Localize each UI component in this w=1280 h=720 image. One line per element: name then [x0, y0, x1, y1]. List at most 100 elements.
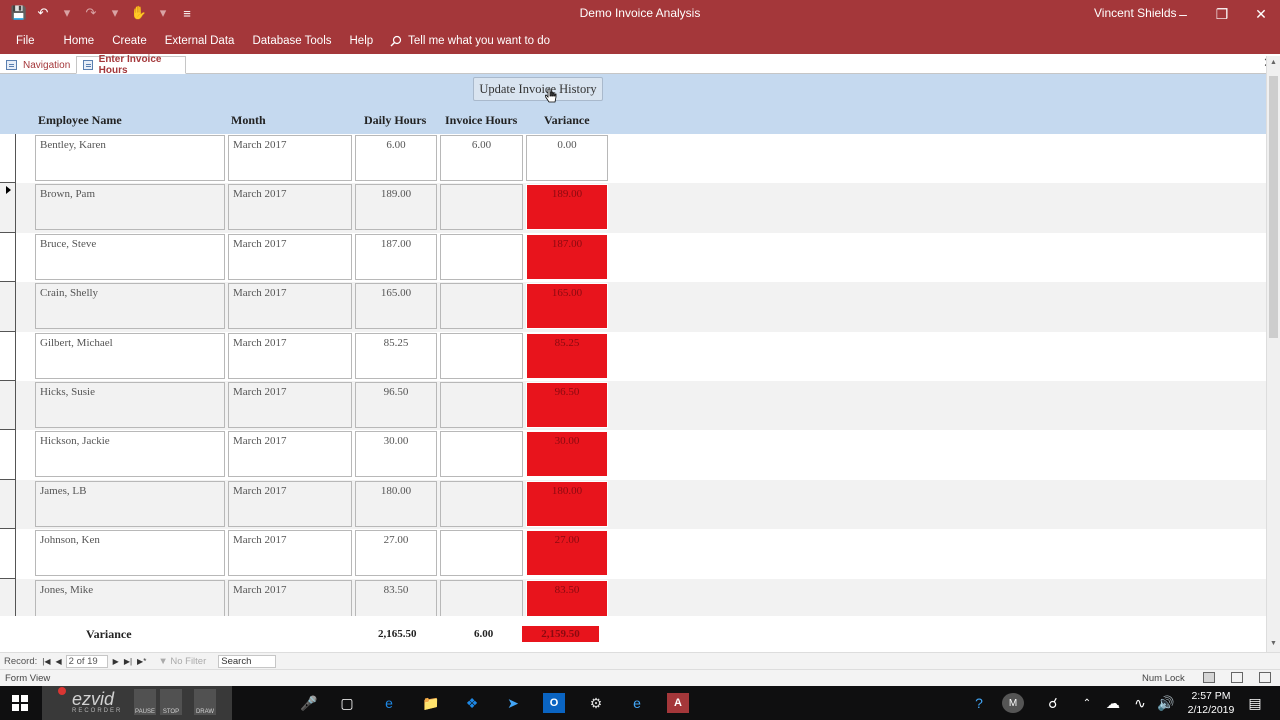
tab-create[interactable]: Create — [103, 28, 156, 54]
month-field[interactable]: March 2017 — [228, 184, 352, 231]
employee-name-field[interactable]: Hicks, Susie — [35, 382, 225, 428]
record-selector[interactable] — [0, 529, 16, 579]
access-icon[interactable]: A — [667, 693, 689, 713]
invoice-hours-field[interactable] — [440, 382, 523, 428]
internet-explorer-icon[interactable]: e — [626, 693, 648, 713]
show-hidden-icons-icon[interactable]: ⌃ — [1076, 693, 1098, 713]
daily-hours-field[interactable]: 180.00 — [355, 480, 437, 527]
notifications-icon[interactable]: ▤ — [1244, 693, 1266, 713]
month-field[interactable]: March 2017 — [228, 233, 352, 280]
stop-button[interactable]: STOP — [160, 689, 182, 715]
record-selector[interactable] — [0, 232, 16, 283]
current-record-field[interactable]: 2 of 19 — [65, 654, 108, 668]
month-field[interactable]: March 2017 — [228, 579, 352, 616]
first-record-icon[interactable]: |◀ — [42, 657, 50, 666]
scroll-up-icon[interactable]: ▲ — [1270, 59, 1277, 66]
dropdown-icon[interactable]: ▾ — [58, 4, 76, 22]
table-row[interactable]: Bruce, Steve March 2017 187.00 187.00 — [0, 232, 1266, 283]
table-row[interactable]: Johnson, Ken March 2017 27.00 27.00 — [0, 529, 1266, 579]
record-selector[interactable] — [0, 331, 16, 381]
design-view-icon[interactable] — [1259, 672, 1271, 683]
task-view-icon[interactable]: ▢ — [336, 693, 358, 713]
previous-record-icon[interactable]: ◀ — [56, 657, 62, 666]
layout-view-icon[interactable] — [1231, 672, 1243, 683]
last-record-icon[interactable]: ▶| — [124, 657, 132, 666]
wifi-icon[interactable]: ∿ — [1129, 693, 1151, 713]
undo-icon[interactable]: ↶ — [34, 4, 52, 22]
tab-file[interactable]: File — [0, 28, 55, 54]
record-selector[interactable] — [0, 282, 16, 332]
month-field[interactable]: March 2017 — [228, 283, 352, 330]
new-record-icon[interactable]: ▶* — [137, 657, 146, 666]
customize-toolbar-icon[interactable]: ≡ — [178, 4, 196, 22]
dropdown-icon[interactable]: ▾ — [154, 4, 172, 22]
draw-button[interactable]: DRAW — [194, 689, 216, 715]
employee-name-field[interactable]: Bentley, Karen — [35, 135, 225, 181]
table-row[interactable]: Crain, Shelly March 2017 165.00 165.00 — [0, 282, 1266, 332]
invoice-hours-field[interactable] — [440, 579, 523, 616]
daily-hours-field[interactable]: 96.50 — [355, 382, 437, 428]
employee-name-field[interactable]: Gilbert, Michael — [35, 332, 225, 379]
table-row[interactable]: Jones, Mike March 2017 83.50 83.50 — [0, 578, 1266, 616]
daily-hours-field[interactable]: 83.50 — [355, 579, 437, 616]
tab-help[interactable]: Help — [341, 28, 383, 54]
table-row[interactable]: Hicks, Susie March 2017 96.50 96.50 — [0, 381, 1266, 431]
save-icon[interactable]: 💾 — [10, 4, 28, 22]
employee-name-field[interactable]: Johnson, Ken — [35, 530, 225, 577]
filter-indicator[interactable]: ▼ No Filter — [158, 656, 206, 667]
daily-hours-field[interactable]: 187.00 — [355, 233, 437, 280]
form-view-icon[interactable] — [1203, 672, 1215, 683]
people-icon[interactable]: ☌ — [1042, 693, 1064, 713]
invoice-hours-field[interactable] — [440, 480, 523, 527]
invoice-hours-field[interactable] — [440, 431, 523, 478]
employee-name-field[interactable]: James, LB — [35, 480, 225, 527]
volume-icon[interactable]: 🔊 — [1155, 693, 1177, 713]
employee-name-field[interactable]: Jones, Mike — [35, 579, 225, 616]
month-field[interactable]: March 2017 — [228, 530, 352, 577]
record-selector[interactable] — [0, 134, 16, 184]
employee-name-field[interactable]: Crain, Shelly — [35, 283, 225, 330]
record-selector[interactable] — [0, 430, 16, 480]
daily-hours-field[interactable]: 85.25 — [355, 332, 437, 379]
table-row[interactable]: Brown, Pam March 2017 189.00 189.00 — [0, 183, 1266, 233]
daily-hours-field[interactable]: 189.00 — [355, 184, 437, 231]
record-selector[interactable] — [0, 183, 16, 233]
month-field[interactable]: March 2017 — [228, 480, 352, 527]
month-field[interactable]: March 2017 — [228, 382, 352, 428]
invoice-hours-field[interactable] — [440, 283, 523, 330]
touch-mode-icon[interactable]: ✋ — [130, 4, 148, 22]
dropbox-icon[interactable]: ❖ — [461, 693, 483, 713]
tab-navigation[interactable]: Navigation — [0, 56, 76, 74]
tab-home[interactable]: Home — [55, 28, 104, 54]
file-explorer-icon[interactable]: 📁 — [420, 693, 442, 713]
daily-hours-field[interactable]: 165.00 — [355, 283, 437, 330]
daily-hours-field[interactable]: 27.00 — [355, 530, 437, 577]
month-field[interactable]: March 2017 — [228, 135, 352, 181]
month-field[interactable]: March 2017 — [228, 332, 352, 379]
invoice-hours-field[interactable]: 6.00 — [440, 135, 523, 181]
daily-hours-field[interactable]: 6.00 — [355, 135, 437, 181]
invoice-hours-field[interactable] — [440, 530, 523, 577]
vertical-scrollbar[interactable]: ▲ ▼ — [1266, 56, 1280, 652]
month-field[interactable]: March 2017 — [228, 431, 352, 478]
employee-name-field[interactable]: Hickson, Jackie — [35, 431, 225, 478]
microphone-icon[interactable]: 🎤 — [298, 693, 320, 713]
onedrive-icon[interactable]: ☁ — [1102, 693, 1124, 713]
record-selector[interactable] — [0, 578, 16, 616]
record-selector[interactable] — [0, 381, 16, 431]
system-clock[interactable]: 2:57 PM 2/12/2019 — [1182, 689, 1240, 717]
invoice-hours-field[interactable] — [440, 332, 523, 379]
daily-hours-field[interactable]: 30.00 — [355, 431, 437, 478]
employee-name-field[interactable]: Bruce, Steve — [35, 233, 225, 280]
table-row[interactable]: Gilbert, Michael March 2017 85.25 85.25 — [0, 331, 1266, 381]
pause-button[interactable]: PAUSE — [134, 689, 156, 715]
edge-icon[interactable]: e — [378, 693, 400, 713]
redo-icon[interactable]: ↷ — [82, 4, 100, 22]
avatar[interactable]: M — [1002, 693, 1024, 713]
tab-enter-invoice-hours[interactable]: Enter Invoice Hours — [76, 54, 186, 76]
help-icon[interactable]: ? — [968, 693, 990, 713]
minimize-button[interactable]: – — [1164, 0, 1202, 28]
scroll-down-icon[interactable]: ▼ — [1270, 640, 1277, 647]
update-invoice-history-button[interactable]: Update Invoice History — [473, 77, 603, 101]
dropdown-icon[interactable]: ▾ — [106, 4, 124, 22]
